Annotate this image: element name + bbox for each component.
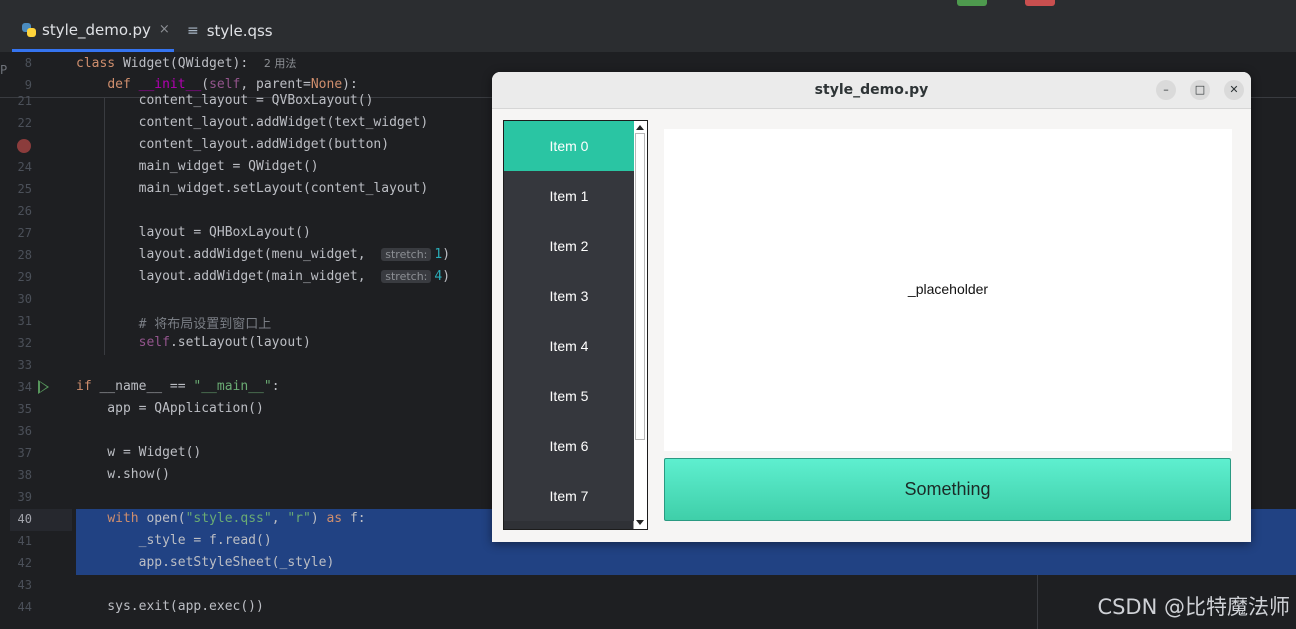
scroll-up-arrow-icon[interactable] bbox=[636, 125, 644, 130]
code-text: main_widget.setLayout(content_layout) bbox=[76, 181, 429, 196]
line-number: 35 bbox=[17, 402, 32, 416]
python-file-icon bbox=[22, 22, 36, 37]
code-text: def __init__(self, parent=None): bbox=[107, 77, 358, 92]
line-number: 9 bbox=[24, 78, 32, 92]
tab-style-demo-py[interactable]: style_demo.py × bbox=[12, 10, 174, 52]
line-number: 33 bbox=[17, 358, 32, 372]
menu-item[interactable]: Item 6 bbox=[504, 421, 634, 471]
menu-item[interactable]: Item 1 bbox=[504, 171, 634, 221]
line-number: 34 bbox=[17, 380, 32, 394]
gutter-label: P bbox=[0, 63, 8, 77]
line-number: 8 bbox=[24, 56, 32, 70]
menu-item[interactable]: Item 7 bbox=[504, 471, 634, 521]
code-text: _style = f.read() bbox=[76, 533, 272, 548]
breakpoint-icon[interactable] bbox=[17, 139, 31, 153]
window-title: style_demo.py bbox=[814, 82, 929, 98]
line-number: 28 bbox=[17, 248, 32, 262]
menu-item[interactable]: Item 4 bbox=[504, 321, 634, 371]
code-text: sys.exit(app.exec()) bbox=[76, 599, 264, 614]
code-line[interactable]: 42 app.setStyleSheet(_style) bbox=[0, 553, 1296, 575]
editor-tab-bar: style_demo.py × ≡ style.qss bbox=[0, 10, 1296, 53]
line-number: 42 bbox=[17, 556, 32, 570]
run-icon[interactable] bbox=[38, 380, 49, 394]
vertical-scrollbar[interactable] bbox=[633, 121, 647, 529]
code-text: w = Widget() bbox=[76, 445, 202, 460]
line-number: 37 bbox=[17, 446, 32, 460]
tab-label: style_demo.py bbox=[42, 20, 151, 39]
close-icon[interactable]: × bbox=[159, 22, 170, 37]
code-text: self.setLayout(layout) bbox=[138, 335, 311, 350]
code-line[interactable]: 44 sys.exit(app.exec()) bbox=[0, 597, 1296, 619]
qt-window: style_demo.py – □ ✕ Item 0 Item 1 Item 2 It… bbox=[492, 72, 1251, 542]
line-number: 29 bbox=[17, 270, 32, 284]
line-number: 32 bbox=[17, 336, 32, 350]
code-text: class Widget(QWidget): 2 用法 bbox=[76, 56, 297, 71]
scroll-down-arrow-icon[interactable] bbox=[636, 520, 644, 525]
ide-top-strip bbox=[0, 0, 1296, 10]
menu-item[interactable]: Item 3 bbox=[504, 271, 634, 321]
menu-list[interactable]: Item 0 Item 1 Item 2 Item 3 Item 4 Item 5 Item… bbox=[503, 120, 648, 530]
menu-item[interactable]: Item 2 bbox=[504, 221, 634, 271]
line-number: 25 bbox=[17, 182, 32, 196]
code-text: app.setStyleSheet(_style) bbox=[76, 555, 335, 570]
code-text: content_layout.addWidget(text_widget) bbox=[76, 115, 429, 130]
red-indicator bbox=[1025, 0, 1055, 6]
line-number: 36 bbox=[17, 424, 32, 438]
code-text: main_widget = QWidget() bbox=[76, 159, 319, 174]
tab-style-qss[interactable]: ≡ style.qss bbox=[187, 10, 273, 52]
close-button[interactable]: ✕ bbox=[1224, 80, 1244, 100]
line-number: 27 bbox=[17, 226, 32, 240]
line-number: 31 bbox=[17, 314, 32, 328]
line-number: 30 bbox=[17, 292, 32, 306]
title-bar[interactable]: style_demo.py – □ ✕ bbox=[492, 72, 1251, 109]
line-number: 43 bbox=[17, 578, 32, 592]
line-number: 40 bbox=[17, 512, 32, 526]
line-number: 26 bbox=[17, 204, 32, 218]
line-number: 44 bbox=[17, 600, 32, 614]
line-number: 21 bbox=[17, 94, 32, 108]
code-text: content_layout = QVBoxLayout() bbox=[76, 93, 374, 108]
line-number: 41 bbox=[17, 534, 32, 548]
code-line[interactable]: 43 bbox=[0, 575, 1296, 597]
text-file-icon: ≡ bbox=[187, 23, 199, 39]
menu-item[interactable]: Item 5 bbox=[504, 371, 634, 421]
code-text: content_layout.addWidget(button) bbox=[76, 137, 390, 152]
minimize-button[interactable]: – bbox=[1156, 80, 1176, 100]
code-text: layout.addWidget(menu_widget, stretch: 1) bbox=[76, 247, 451, 262]
code-text: w.show() bbox=[76, 467, 170, 482]
tab-label: style.qss bbox=[206, 22, 273, 40]
code-text: layout = QHBoxLayout() bbox=[76, 225, 311, 240]
code-text: app = QApplication() bbox=[76, 401, 264, 416]
line-number: 22 bbox=[17, 116, 32, 130]
line-number: 24 bbox=[17, 160, 32, 174]
something-button[interactable]: Something bbox=[664, 458, 1231, 521]
scrollbar-thumb[interactable] bbox=[635, 133, 645, 440]
text-display[interactable]: _placeholder bbox=[664, 129, 1232, 451]
maximize-button[interactable]: □ bbox=[1190, 80, 1210, 100]
placeholder-text: _placeholder bbox=[907, 281, 989, 297]
code-text: if __name__ == "__main__": bbox=[76, 379, 280, 394]
code-text: # 将布局设置到窗口上 bbox=[138, 317, 272, 332]
code-text: layout.addWidget(main_widget, stretch: 4) bbox=[76, 269, 451, 284]
line-number: 39 bbox=[17, 490, 32, 504]
code-text: with open("style.qss", "r") as f: bbox=[107, 511, 366, 526]
line-number: 38 bbox=[17, 468, 32, 482]
menu-item[interactable]: Item 0 bbox=[504, 121, 634, 171]
green-indicator bbox=[957, 0, 987, 6]
